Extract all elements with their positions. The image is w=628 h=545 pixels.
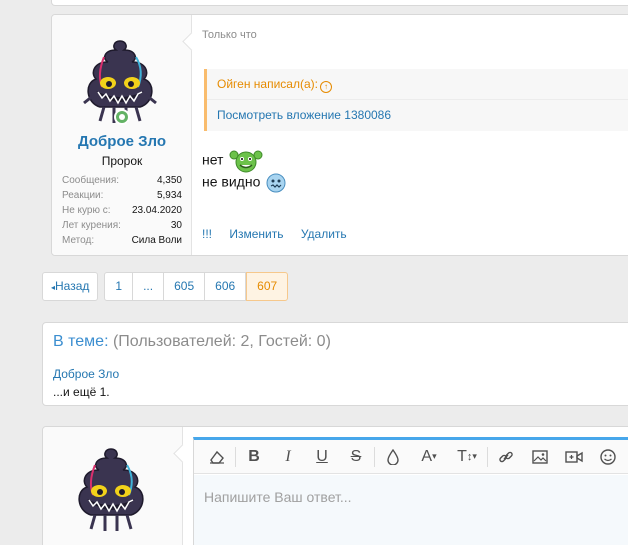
image-icon[interactable] bbox=[523, 443, 557, 471]
media-icon[interactable] bbox=[557, 443, 591, 471]
back-button[interactable]: ◂Назад bbox=[42, 272, 99, 301]
reply-editor: B I U S A ▾ T ↕ ▾ Напишите Ваш ответ... bbox=[193, 437, 628, 545]
reply-textarea[interactable]: Напишите Ваш ответ... bbox=[194, 475, 628, 545]
toolbar-divider bbox=[487, 446, 488, 467]
users-in-thread: В теме: (Пользователей: 2, Гостей: 0) До… bbox=[42, 322, 628, 406]
stat-row-smoking-years: Лет курения: 30 bbox=[62, 220, 182, 231]
stat-row-method: Метод: Сила Воли bbox=[62, 235, 182, 246]
reply-avatar bbox=[78, 448, 144, 531]
italic-icon[interactable]: I bbox=[271, 443, 305, 471]
post-body: Только что Ойген написал(а): ↑ Посмотреть… bbox=[202, 15, 628, 255]
stat-row-reactions: Реакции: 5,934 bbox=[62, 190, 182, 201]
reply-user-column bbox=[43, 427, 183, 545]
bold-icon[interactable]: B bbox=[237, 443, 271, 471]
edit-link[interactable]: Изменить bbox=[229, 227, 283, 241]
eraser-icon[interactable] bbox=[200, 443, 234, 471]
smiley-icon[interactable] bbox=[591, 443, 625, 471]
link-icon[interactable] bbox=[489, 443, 523, 471]
editor-toolbar: B I U S A ▾ T ↕ ▾ bbox=[194, 440, 628, 474]
quote-author[interactable]: Ойген написал(а): ↑ bbox=[217, 77, 332, 93]
stat-row-quit-date: Не курю с: 23.04.2020 bbox=[62, 205, 182, 216]
toolbar-divider bbox=[235, 446, 236, 467]
page-link-1[interactable]: 1 bbox=[104, 272, 134, 301]
page-link-606[interactable]: 606 bbox=[205, 272, 247, 301]
message-line: не видно bbox=[202, 173, 286, 193]
underline-icon[interactable]: U bbox=[305, 443, 339, 471]
username[interactable]: Доброе Зло bbox=[52, 133, 192, 150]
quote-block: Ойген написал(а): ↑ Посмотреть вложение 1… bbox=[204, 69, 628, 131]
delete-link[interactable]: Удалить bbox=[301, 227, 347, 241]
font-icon[interactable]: A ▾ bbox=[410, 443, 448, 471]
cold-smiley-icon bbox=[266, 173, 286, 193]
previous-post-edge bbox=[51, 0, 628, 6]
user-stats: Сообщения: 4,350 Реакции: 5,934 Не курю с:… bbox=[62, 173, 182, 248]
page-current[interactable]: 607 bbox=[246, 272, 289, 301]
pagination: ◂Назад 1 ... 605 606 607 bbox=[42, 272, 289, 301]
post-date[interactable]: Только что bbox=[202, 29, 257, 41]
thread-user-link[interactable]: Доброе Зло bbox=[53, 367, 119, 381]
reply-placeholder: Напишите Ваш ответ... bbox=[204, 489, 352, 505]
user-title: Пророк bbox=[101, 154, 143, 168]
color-icon[interactable] bbox=[376, 443, 410, 471]
arrow-up-icon[interactable]: ↑ bbox=[319, 81, 332, 93]
message-line: нет bbox=[202, 149, 263, 173]
quote-divider bbox=[207, 99, 628, 100]
page-ellipsis[interactable]: ... bbox=[133, 272, 165, 301]
users-in-thread-title: В теме: (Пользователей: 2, Гостей: 0) bbox=[53, 333, 331, 350]
strikethrough-icon[interactable]: S bbox=[339, 443, 373, 471]
online-status-icon bbox=[114, 109, 130, 125]
toolbar-divider bbox=[374, 446, 375, 467]
quick-reply: B I U S A ▾ T ↕ ▾ Напишите Ваш ответ... bbox=[42, 426, 628, 545]
post: Доброе Зло Пророк Сообщения: 4,350 Реакци… bbox=[51, 14, 628, 256]
text-size-icon[interactable]: T ↕ ▾ bbox=[448, 443, 486, 471]
post-actions: !!! Изменить Удалить bbox=[202, 227, 361, 241]
post-user-column: Доброе Зло Пророк Сообщения: 4,350 Реакци… bbox=[52, 15, 192, 255]
thread-more-users: ...и ещё 1. bbox=[53, 385, 110, 399]
page-link-605[interactable]: 605 bbox=[164, 272, 206, 301]
report-link[interactable]: !!! bbox=[202, 227, 212, 241]
attachment-link[interactable]: Посмотреть вложение 1380086 bbox=[217, 108, 391, 122]
green-smiley-icon bbox=[229, 150, 263, 173]
stat-row-messages: Сообщения: 4,350 bbox=[62, 175, 182, 186]
